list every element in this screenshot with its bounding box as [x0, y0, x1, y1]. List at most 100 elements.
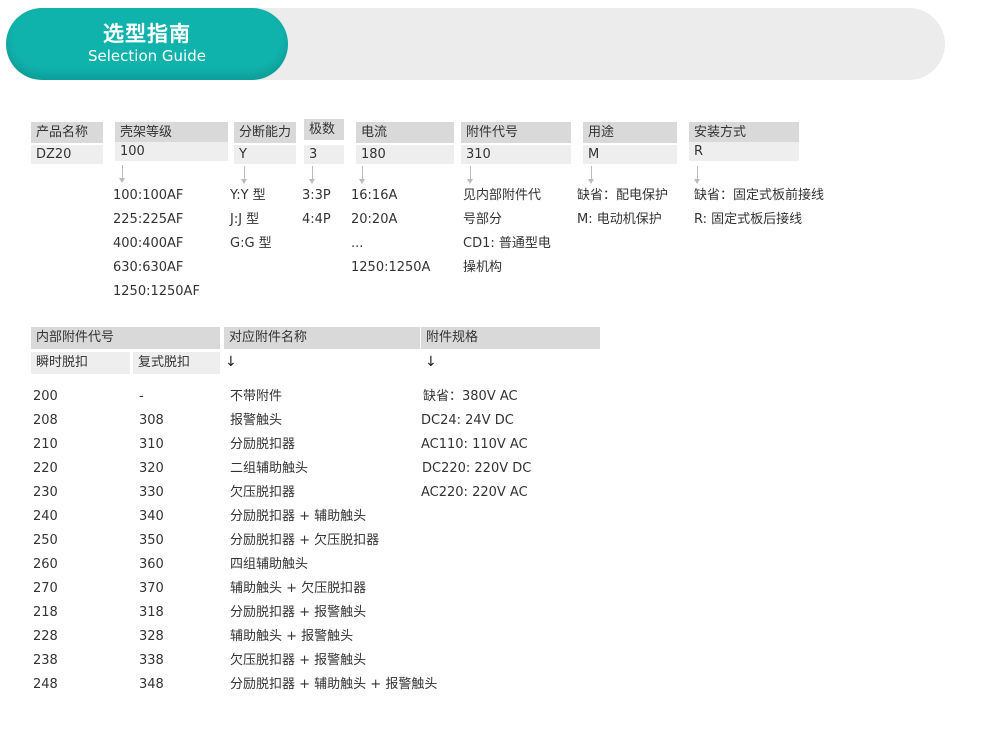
table-cell: AC110: 110V AC: [421, 437, 528, 452]
table-cell: 辅助触头 + 欠压脱扣器: [230, 581, 367, 596]
code-value-usage: M: [583, 145, 677, 164]
table-cell: 分励脱扣器 + 报警触头: [230, 605, 367, 620]
option-item: Y:Y 型: [230, 188, 266, 203]
poles-options: 3:3P 4:4P: [302, 184, 331, 232]
code-header-poles: 极数: [304, 119, 344, 140]
instant-code-column: 200 208 210 220 230 240 250 260 270 218 …: [33, 385, 58, 697]
option-item: 16:16A: [351, 188, 398, 203]
option-item: R: 固定式板后接线: [694, 212, 803, 227]
accessory-spec-column: 缺省：380V AC DC24: 24V DC AC110: 110V AC D…: [421, 385, 531, 505]
code-value-current: 180: [356, 145, 454, 164]
banner-title-en: Selection Guide: [88, 47, 206, 65]
down-arrow-icon: [241, 166, 247, 184]
option-item: 400:400AF: [113, 236, 184, 251]
table-cell: 不带附件: [230, 389, 283, 404]
option-item: CD1: 普通型电: [463, 236, 551, 251]
table-cell: 348: [139, 677, 164, 692]
table-cell: 270: [33, 581, 58, 596]
table-cell: 200: [33, 389, 58, 404]
code-value-accessory: 310: [461, 145, 571, 164]
table-subheader-compound: 复式脱扣: [133, 352, 220, 374]
option-item: 100:100AF: [113, 188, 184, 203]
option-item: 1250:1250AF: [113, 284, 200, 299]
table-cell: 210: [33, 437, 58, 452]
table-cell: 330: [139, 485, 164, 500]
table-cell: -: [139, 389, 144, 404]
table-cell: 230: [33, 485, 58, 500]
option-item: 630:630AF: [113, 260, 184, 275]
option-item: 20:20A: [351, 212, 398, 227]
table-cell: 报警触头: [230, 413, 283, 428]
accessory-options: 见内部附件代 号部分 CD1: 普通型电 操机构: [463, 184, 551, 280]
down-arrow-icon: ↓: [225, 354, 237, 370]
option-item: 号部分: [463, 212, 503, 227]
down-arrow-icon: [694, 166, 700, 184]
down-arrow-icon: [588, 166, 594, 184]
code-value-poles: 3: [304, 145, 344, 164]
table-cell: 248: [33, 677, 58, 692]
code-value-frame: 100: [115, 142, 228, 161]
compound-code-column: - 308 310 320 330 340 350 360 370 318 32…: [139, 385, 164, 697]
table-header-spec: 附件规格: [421, 327, 600, 349]
table-cell: 辅助触头 + 报警触头: [230, 629, 354, 644]
table-cell: 分励脱扣器 + 辅助触头: [230, 509, 367, 524]
table-subheader-instant: 瞬时脱扣: [31, 352, 130, 374]
accessory-name-column: 不带附件 报警触头 分励脱扣器 二组辅助触头 欠压脱扣器 分励脱扣器 + 辅助触…: [230, 385, 437, 697]
banner-title-cn: 选型指南: [103, 22, 191, 46]
table-cell: 318: [139, 605, 164, 620]
table-cell: 340: [139, 509, 164, 524]
table-cell: 250: [33, 533, 58, 548]
code-header-product: 产品名称: [31, 122, 103, 143]
table-cell: DC220: 220V DC: [422, 461, 532, 476]
table-cell: 二组辅助触头: [230, 461, 309, 476]
table-cell: 360: [139, 557, 164, 572]
option-item: J:J 型: [230, 212, 260, 227]
table-cell: 分励脱扣器 + 辅助触头 + 报警触头: [230, 677, 438, 692]
table-cell: 238: [33, 653, 58, 668]
option-item: 225:225AF: [113, 212, 184, 227]
down-arrow-icon: [359, 166, 365, 184]
code-value-product: DZ20: [31, 145, 103, 164]
table-cell: 分励脱扣器: [230, 437, 296, 452]
table-cell: 四组辅助触头: [230, 557, 309, 572]
down-arrow-icon: [467, 166, 473, 184]
table-cell: 欠压脱扣器: [230, 485, 296, 500]
code-header-frame: 壳架等级: [115, 122, 228, 143]
breaking-options: Y:Y 型 J:J 型 G:G 型: [230, 184, 272, 256]
option-item: G:G 型: [230, 236, 272, 251]
table-cell: 370: [139, 581, 164, 596]
option-item: 见内部附件代: [463, 188, 542, 203]
table-cell: 338: [139, 653, 164, 668]
table-cell: DC24: 24V DC: [421, 413, 514, 428]
table-cell: 350: [139, 533, 164, 548]
table-cell: 328: [139, 629, 164, 644]
down-arrow-icon: ↓: [425, 354, 437, 370]
mounting-options: 缺省：固定式板前接线 R: 固定式板后接线: [694, 184, 824, 232]
current-options: 16:16A 20:20A ... 1250:1250A: [351, 184, 430, 280]
usage-options: 缺省：配电保护 M: 电动机保护: [577, 184, 668, 232]
frame-options: 100:100AF 225:225AF 400:400AF 630:630AF …: [113, 184, 200, 304]
table-cell: 分励脱扣器 + 欠压脱扣器: [230, 533, 380, 548]
code-value-breaking: Y: [234, 145, 296, 164]
option-item: 缺省：固定式板前接线: [694, 188, 825, 203]
option-item: 1250:1250A: [351, 260, 431, 275]
option-item: ...: [351, 236, 364, 251]
option-item: 4:4P: [302, 212, 331, 227]
table-cell: 缺省：380V AC: [423, 389, 518, 404]
table-cell: 220: [33, 461, 58, 476]
table-cell: 320: [139, 461, 164, 476]
code-header-mounting: 安装方式: [689, 122, 799, 143]
table-header-name: 对应附件名称: [224, 327, 420, 349]
table-cell: AC220: 220V AC: [421, 485, 528, 500]
table-cell: 欠压脱扣器 + 报警触头: [230, 653, 367, 668]
option-item: 操机构: [463, 260, 503, 275]
code-header-current: 电流: [356, 122, 454, 143]
table-cell: 208: [33, 413, 58, 428]
code-header-breaking: 分断能力: [234, 122, 296, 143]
down-arrow-icon: [309, 166, 315, 184]
down-arrow-icon: [119, 165, 125, 183]
table-cell: 260: [33, 557, 58, 572]
table-cell: 240: [33, 509, 58, 524]
table-cell: 308: [139, 413, 164, 428]
table-cell: 218: [33, 605, 58, 620]
